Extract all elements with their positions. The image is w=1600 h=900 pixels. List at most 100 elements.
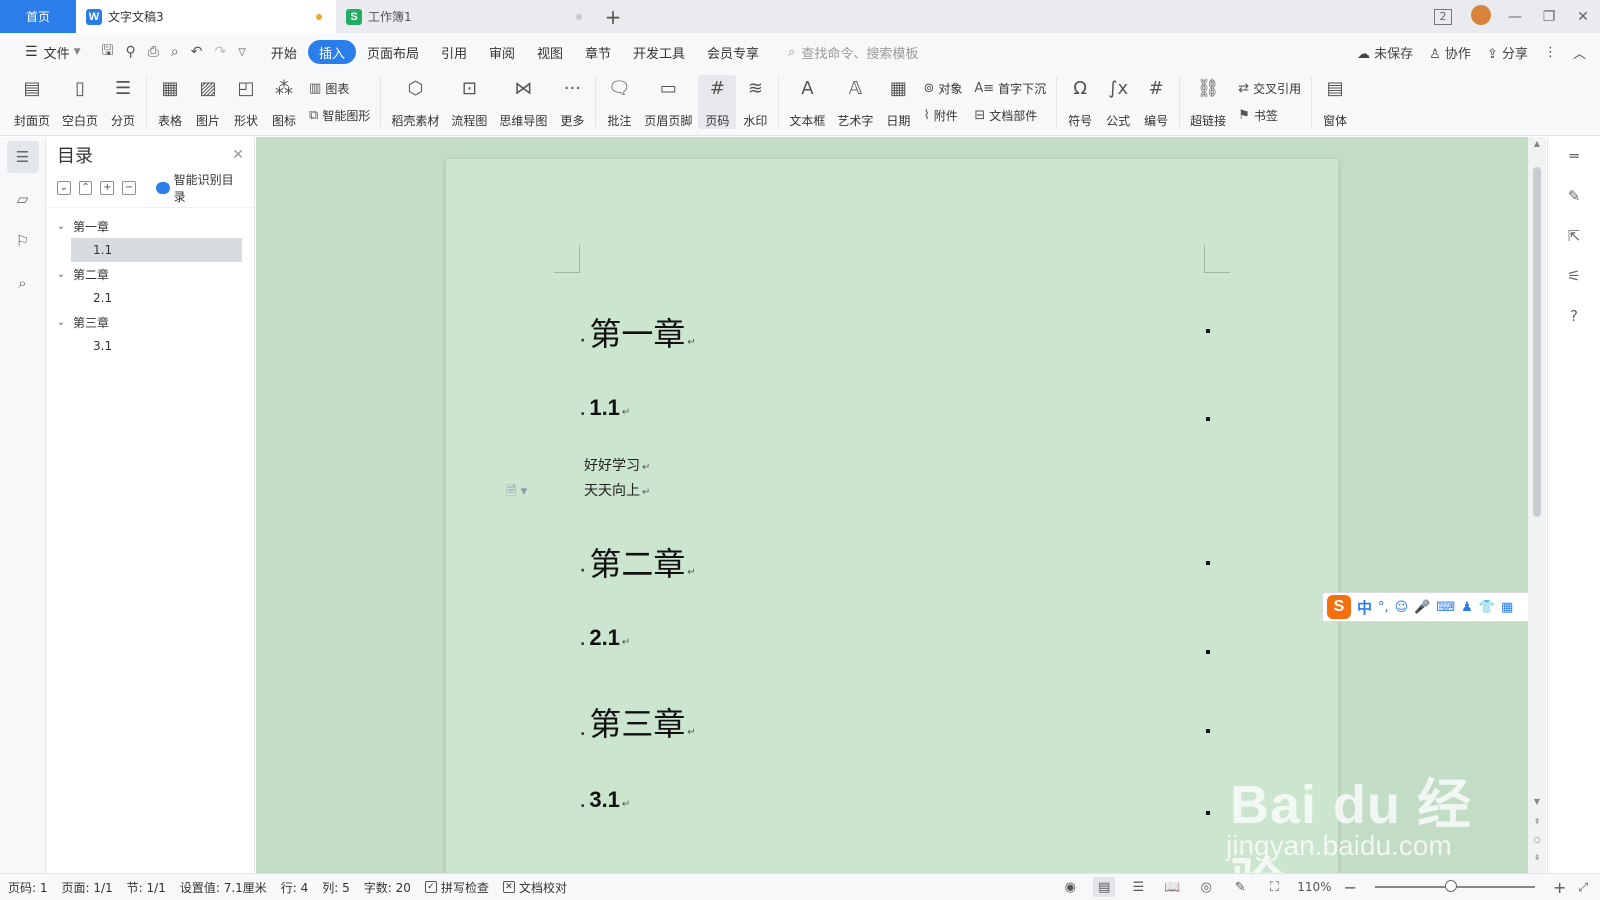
- smart-graphic-button[interactable]: ⧉ 智能图形: [309, 107, 370, 124]
- menu-start[interactable]: 开始: [260, 40, 308, 64]
- toc-icon[interactable]: ☰: [6, 141, 39, 173]
- page-break-button[interactable]: ☰ 分页: [104, 75, 142, 129]
- edit-pen-icon[interactable]: ✎: [1568, 187, 1581, 205]
- date-button[interactable]: ▦ 日期: [879, 75, 917, 129]
- menu-view[interactable]: 视图: [526, 40, 574, 64]
- ime-toolbar[interactable]: S 中 °, ☺ 🎤 ⌨ ♟ 👕 ▦: [1322, 592, 1536, 622]
- customize-icon[interactable]: ▽: [238, 47, 246, 58]
- paragraph-layout-icon[interactable]: 🗎 ▾: [506, 482, 527, 504]
- collab-button[interactable]: ♙ 协作: [1429, 43, 1471, 62]
- tab-document[interactable]: W 文字文稿3: [76, 0, 336, 33]
- symbol-button[interactable]: Ω 符号: [1061, 75, 1099, 129]
- more-button[interactable]: ··· 更多: [553, 75, 591, 129]
- reading-view-icon[interactable]: 📖: [1161, 877, 1183, 897]
- status-column[interactable]: 列: 5: [322, 879, 350, 896]
- body-line-2[interactable]: 天天向上 ↵: [584, 480, 650, 500]
- undo-icon[interactable]: ↶: [191, 44, 203, 60]
- status-word-count[interactable]: 字数: 20: [364, 879, 411, 896]
- heading-chapter-1[interactable]: · 第一章 ↵: [580, 309, 696, 355]
- formula-button[interactable]: ∫x 公式: [1099, 75, 1137, 129]
- dropcap-button[interactable]: A≡ 首字下沉: [974, 80, 1046, 97]
- restore-icon[interactable]: ❐: [1532, 9, 1566, 25]
- toc-item-2-1[interactable]: 2.1: [71, 286, 242, 310]
- browse-object-icon[interactable]: ○: [1528, 835, 1546, 844]
- menu-page-layout[interactable]: 页面布局: [356, 40, 430, 64]
- tab-close-dot-icon[interactable]: [576, 13, 582, 20]
- material-button[interactable]: ⬡ 稻壳素材: [385, 75, 445, 129]
- toc-item-chapter-3[interactable]: ⌄ 第三章: [53, 310, 248, 334]
- search-icon[interactable]: ⌕: [7, 267, 39, 299]
- wordart-button[interactable]: 𝔸 艺术字: [831, 75, 879, 129]
- zoom-out-icon[interactable]: −: [1344, 878, 1357, 897]
- toc-item-1-1[interactable]: 1.1: [71, 238, 242, 262]
- unsaved-button[interactable]: ☁ 未保存: [1357, 43, 1413, 62]
- avatar[interactable]: [1464, 4, 1498, 29]
- menu-insert[interactable]: 插入: [307, 40, 356, 64]
- redo-icon[interactable]: ↷: [214, 44, 226, 60]
- textbox-button[interactable]: A 文本框: [783, 75, 831, 129]
- next-page-icon[interactable]: ⇟: [1528, 853, 1546, 862]
- document-page[interactable]: · 第一章 ↵ . 1.1 ↵ 好好学习 ↵ 🗎 ▾ 天天向上 ↵ · 第二章 ↵ . 2.1 ↵ …: [446, 159, 1338, 873]
- smart-toc-button[interactable]: 智能识别目录: [155, 171, 244, 205]
- microphone-icon[interactable]: 🎤: [1414, 600, 1430, 615]
- heading-3-1[interactable]: . 3.1 ↵: [580, 787, 630, 813]
- web-view-icon[interactable]: ◎: [1195, 877, 1217, 897]
- proofread-button[interactable]: ✕ 文档校对: [502, 879, 567, 896]
- add-level-icon[interactable]: +: [100, 181, 115, 195]
- page-view-icon[interactable]: ▤: [1093, 877, 1116, 897]
- blank-page-button[interactable]: ▯ 空白页: [56, 75, 104, 129]
- heading-2-1[interactable]: . 2.1 ↵: [580, 625, 630, 651]
- pen-view-icon[interactable]: ✎: [1229, 877, 1251, 897]
- close-icon[interactable]: ✕: [1566, 9, 1600, 25]
- grid-menu-icon[interactable]: ▦: [1501, 600, 1513, 615]
- prev-page-icon[interactable]: ⇞: [1528, 817, 1546, 826]
- mindmap-button[interactable]: ⋈ 思维导图: [493, 75, 553, 129]
- page-number-button[interactable]: # 页码: [698, 75, 737, 129]
- collapse-ribbon-icon[interactable]: ︿: [1573, 43, 1586, 62]
- print-preview-icon[interactable]: ⌕: [171, 44, 179, 60]
- fit-page-icon[interactable]: ⛶: [1263, 877, 1285, 897]
- flowchart-button[interactable]: ⊡ 流程图: [445, 75, 493, 129]
- keyboard-icon[interactable]: ⌨: [1436, 600, 1455, 615]
- doc-parts-button[interactable]: ⊟ 文档部件: [974, 107, 1046, 124]
- outline-view-icon[interactable]: ☰: [1127, 877, 1149, 897]
- file-menu[interactable]: ☰ 文件 ▼: [14, 40, 92, 64]
- expand-all-icon[interactable]: ⌃: [78, 181, 93, 195]
- watermark-button[interactable]: ≋ 水印: [736, 75, 774, 129]
- print-icon[interactable]: ⎙: [148, 44, 159, 60]
- punctuation-icon[interactable]: °,: [1378, 600, 1389, 615]
- status-pages[interactable]: 页面: 1/1: [62, 879, 113, 896]
- tab-workbook[interactable]: S 工作簿1: [336, 0, 596, 33]
- heading-1-1[interactable]: . 1.1 ↵: [580, 395, 630, 421]
- chevron-down-icon[interactable]: ⌄: [53, 221, 69, 232]
- collapse-all-icon[interactable]: ⌄: [57, 181, 71, 195]
- zoom-slider-knob[interactable]: [1444, 880, 1457, 892]
- window-count-badge[interactable]: 2: [1434, 8, 1452, 25]
- scroll-thumb[interactable]: [1533, 167, 1541, 517]
- form-button[interactable]: ▤ 窗体: [1316, 75, 1354, 129]
- numbering-button[interactable]: # 编号: [1137, 75, 1175, 129]
- eye-protection-icon[interactable]: ◉: [1059, 877, 1081, 897]
- status-setting[interactable]: 设置值: 7.1厘米: [180, 879, 267, 896]
- menu-chapter[interactable]: 章节: [574, 40, 622, 64]
- toc-item-chapter-1[interactable]: ⌄ 第一章: [53, 214, 248, 238]
- header-footer-button[interactable]: ▭ 页眉页脚: [638, 75, 698, 129]
- chevron-down-icon[interactable]: ⌄: [53, 269, 69, 280]
- chevron-down-icon[interactable]: ⌄: [53, 317, 69, 328]
- hyperlink-button[interactable]: ⛓ 超链接: [1184, 75, 1232, 129]
- command-search[interactable]: ⌕ 查找命令、搜索模板: [788, 43, 918, 62]
- save-icon[interactable]: 🖫: [102, 40, 114, 64]
- scroll-down-icon[interactable]: ▼: [1528, 797, 1546, 806]
- toc-item-chapter-2[interactable]: ⌄ 第二章: [53, 262, 248, 286]
- zoom-slider[interactable]: [1374, 880, 1535, 892]
- fullscreen-icon[interactable]: ⤢: [1578, 880, 1588, 895]
- chapter-nav-icon[interactable]: ▱: [7, 183, 39, 215]
- remove-level-icon[interactable]: −: [122, 181, 136, 195]
- heading-chapter-2[interactable]: · 第二章 ↵: [580, 539, 696, 585]
- document-canvas[interactable]: · 第一章 ↵ . 1.1 ↵ 好好学习 ↵ 🗎 ▾ 天天向上 ↵ · 第二章 ↵ . 2.1 ↵ …: [256, 137, 1528, 873]
- crossref-button[interactable]: ⇄ 交叉引用: [1238, 80, 1301, 97]
- status-row[interactable]: 行: 4: [281, 879, 309, 896]
- close-icon[interactable]: ✕: [232, 147, 244, 163]
- user-icon[interactable]: ♟: [1461, 600, 1473, 615]
- menu-review[interactable]: 审阅: [478, 40, 526, 64]
